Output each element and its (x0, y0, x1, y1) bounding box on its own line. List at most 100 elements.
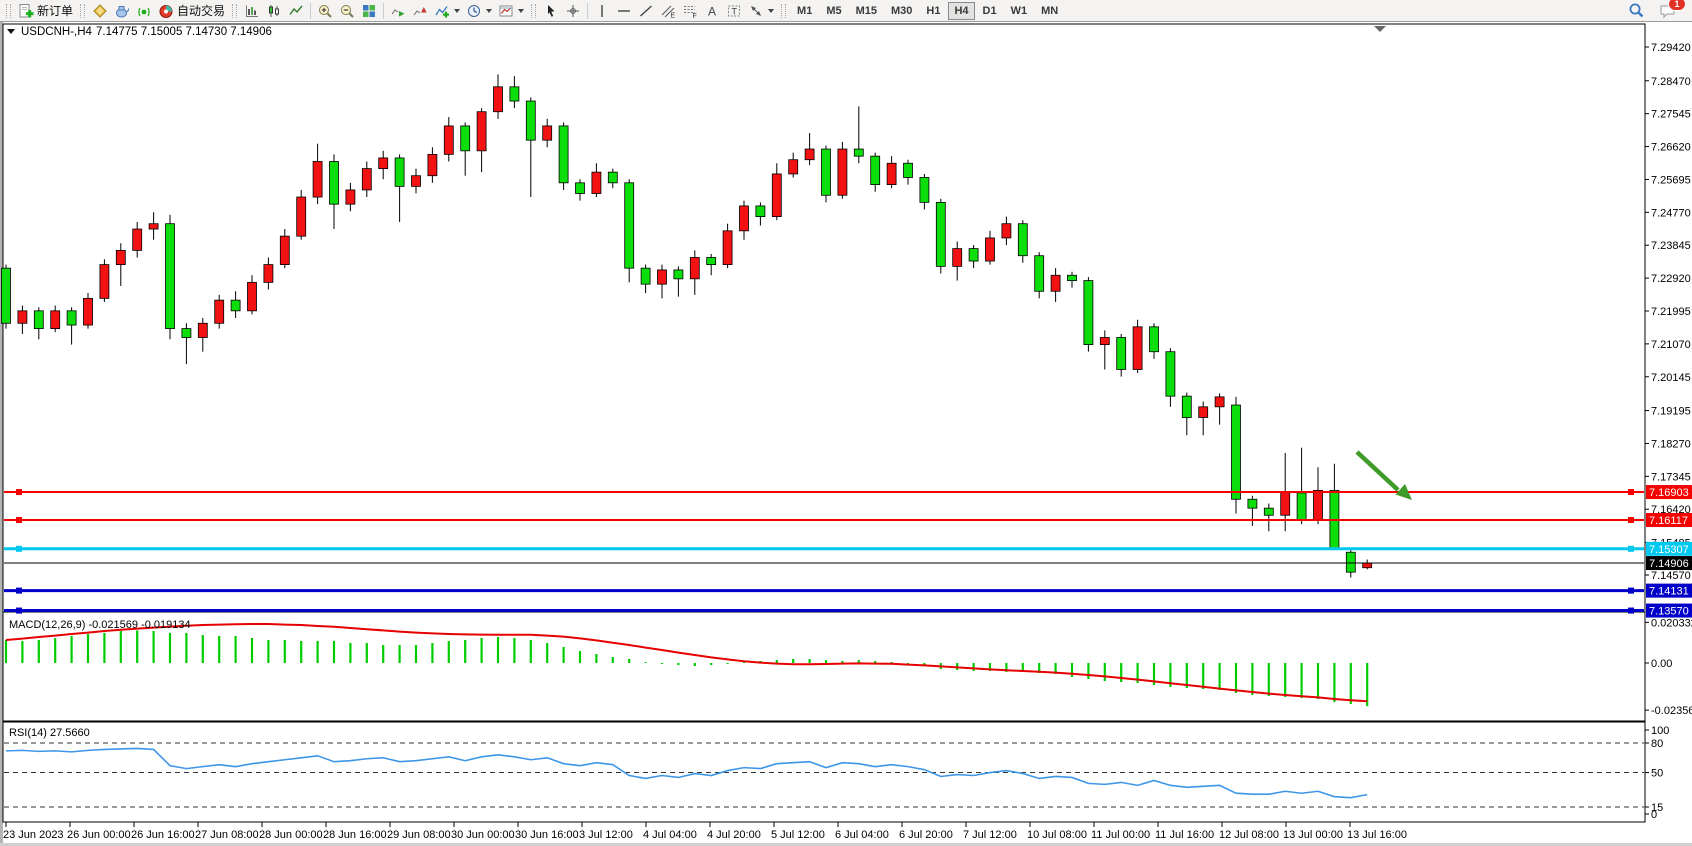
bar-chart-button[interactable] (241, 1, 263, 21)
hline-handle[interactable] (1628, 489, 1634, 495)
trendline-button[interactable] (635, 1, 657, 21)
chart-area[interactable]: 7.294207.284707.275457.266207.256957.247… (0, 22, 1692, 846)
zoom-in-button[interactable] (314, 1, 336, 21)
candle-body (412, 176, 421, 187)
toolbar-grip (781, 4, 786, 18)
timeframe-button-W1[interactable]: W1 (1005, 2, 1034, 20)
search-button[interactable] (1625, 1, 1648, 21)
gold-diamond-button[interactable] (89, 1, 111, 21)
rsi-tick-label: 0 (1651, 809, 1657, 821)
candle-body (297, 197, 306, 236)
line-chart-button[interactable] (285, 1, 307, 21)
candle-body (1248, 499, 1257, 508)
timeframe-button-H4[interactable]: H4 (948, 2, 974, 20)
hline-handle[interactable] (1628, 608, 1634, 614)
chart-symbol-title: USDCNH-,H4 (21, 26, 93, 38)
candle-body (608, 172, 617, 183)
hline-handle[interactable] (1628, 546, 1634, 552)
tile-windows-icon (361, 3, 377, 19)
time-label: 29 Jun 08:00 (387, 829, 451, 841)
hline-handle[interactable] (1628, 517, 1634, 523)
candle-body (1133, 327, 1142, 370)
zoom-out-button[interactable] (336, 1, 358, 21)
hline-handle[interactable] (16, 588, 22, 594)
equidistant-channel-button[interactable]: E (657, 1, 679, 21)
hline-handle[interactable] (16, 517, 22, 523)
candle-body (526, 101, 535, 140)
time-label: 26 Jun 00:00 (67, 829, 131, 841)
timeframe-button-MN[interactable]: MN (1035, 2, 1064, 20)
timeframe-button-M30[interactable]: M30 (885, 2, 918, 20)
chevron-down-icon (454, 9, 460, 13)
time-label: 13 Jul 16:00 (1347, 829, 1407, 841)
chart-shift-button[interactable] (409, 1, 431, 21)
new-order-button[interactable]: 新订单 (15, 1, 76, 21)
candle-body (1215, 397, 1224, 407)
timeframe-button-D1[interactable]: D1 (977, 2, 1003, 20)
candle-body (477, 112, 486, 151)
candle-body (592, 172, 601, 193)
timeframe-button-H1[interactable]: H1 (920, 2, 946, 20)
price-tick-label: 7.19195 (1651, 406, 1691, 418)
autotrading-icon (158, 3, 174, 19)
hline-handle[interactable] (16, 489, 22, 495)
crosshair-icon (565, 3, 581, 19)
crosshair-button[interactable] (562, 1, 584, 21)
hline-handle[interactable] (16, 608, 22, 614)
tile-windows-button[interactable] (358, 1, 380, 21)
signal-button[interactable] (133, 1, 155, 21)
timeframe-button-M5[interactable]: M5 (820, 2, 847, 20)
auto-trading-label: 自动交易 (177, 2, 225, 19)
cursor-button[interactable] (540, 1, 562, 21)
text-button[interactable]: A (701, 1, 723, 21)
blue-jug-button[interactable] (111, 1, 133, 21)
gold-diamond-icon (92, 3, 108, 19)
candle-body (182, 329, 191, 338)
timeframe-button-M15[interactable]: M15 (850, 2, 883, 20)
candle-body (280, 236, 289, 264)
candle-body (215, 300, 224, 323)
horizontal-line-button[interactable] (613, 1, 635, 21)
auto-scroll-button[interactable] (387, 1, 409, 21)
new-order-label: 新订单 (37, 2, 73, 19)
rsi-tick-label: 80 (1651, 738, 1663, 750)
candle-body (658, 270, 667, 284)
arrows-button[interactable] (745, 1, 777, 21)
hline-handle[interactable] (1628, 588, 1634, 594)
toolbar-grip (6, 4, 11, 18)
notifications-button[interactable]: 1 (1656, 1, 1680, 21)
vertical-line-button[interactable] (591, 1, 613, 21)
main-price-pane (3, 24, 1645, 612)
text-label-button[interactable]: T (723, 1, 745, 21)
candle-body (166, 224, 175, 329)
candle-body (461, 126, 470, 151)
chart-shift-icon (412, 3, 428, 19)
time-label: 5 Jul 12:00 (771, 829, 825, 841)
price-label-text: 7.14906 (1649, 558, 1689, 570)
auto-trading-button[interactable]: 自动交易 (155, 1, 228, 21)
vertical-line-icon (594, 3, 610, 19)
candle-body (1051, 275, 1060, 291)
candle-body (674, 270, 683, 279)
timeframe-button-M1[interactable]: M1 (791, 2, 818, 20)
candle-body (231, 300, 240, 311)
candle-body (51, 311, 60, 329)
candle-body (625, 183, 634, 268)
macd-tick-label: 0.020332 (1651, 617, 1692, 629)
price-label-box-7.14131: 7.14131 (1646, 584, 1692, 598)
indicators-button[interactable] (431, 1, 463, 21)
hline-handle[interactable] (16, 546, 22, 552)
candle-body (84, 298, 93, 325)
templates-icon (498, 3, 514, 19)
candle-body (133, 229, 142, 250)
candle-body (1232, 405, 1241, 499)
candlestick-chart-button[interactable] (263, 1, 285, 21)
templates-button[interactable] (495, 1, 527, 21)
fibonacci-button[interactable]: F (679, 1, 701, 21)
price-tick-label: 7.21995 (1651, 306, 1691, 318)
time-label: 30 Jun 00:00 (451, 829, 515, 841)
price-tick-label: 7.25695 (1651, 174, 1691, 186)
toolbar-separator (383, 3, 384, 19)
periods-button[interactable] (463, 1, 495, 21)
candle-body (854, 149, 863, 156)
